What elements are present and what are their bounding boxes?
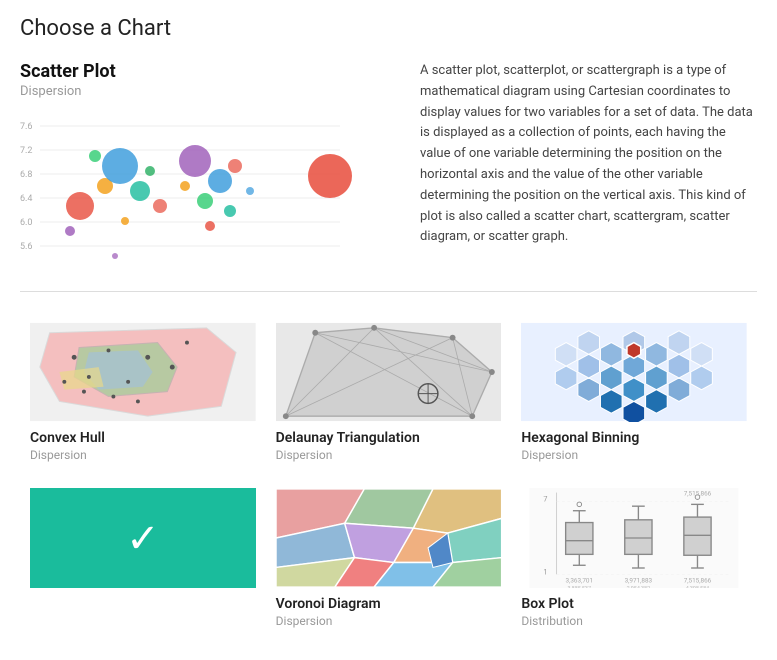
boxplot-svg: 7 1 3,363,701 3,885,537 (521, 488, 747, 588)
page-container: Choose a Chart Scatter Plot Dispersion 7… (0, 0, 777, 660)
svg-text:3,885,537: 3,885,537 (568, 586, 592, 588)
chart-card-name-5: Box Plot (521, 596, 747, 612)
chart-card-selected[interactable]: ✓ (20, 478, 266, 644)
chart-card-name-2: Hexagonal Binning (521, 430, 747, 446)
chart-card-name-4: Voronoi Diagram (276, 596, 502, 612)
voronoi-svg (276, 488, 502, 588)
svg-text:3,363,701: 3,363,701 (566, 577, 594, 585)
chart-card-category-5: Distribution (521, 614, 747, 628)
svg-text:5.6: 5.6 (20, 242, 33, 252)
checkmark-icon: ✓ (126, 515, 160, 562)
hexbin-svg (521, 322, 747, 422)
svg-text:7,515,866: 7,515,866 (684, 489, 712, 497)
svg-text:6.0: 6.0 (20, 218, 33, 228)
svg-text:7.2: 7.2 (20, 146, 33, 156)
chart-card-category-0: Dispersion (30, 448, 256, 462)
voronoi-thumbnail (276, 488, 502, 588)
chart-card-name-0: Convex Hull (30, 430, 256, 446)
convex-hull-svg (30, 322, 256, 422)
svg-text:1: 1 (544, 567, 548, 576)
chart-card-boxplot[interactable]: 7 1 3,363,701 3,885,537 (511, 478, 757, 644)
svg-text:7: 7 (544, 495, 548, 504)
selected-thumbnail: ✓ (30, 488, 256, 588)
svg-text:3,971,883: 3,971,883 (625, 577, 653, 585)
chart-card-category-1: Dispersion (276, 448, 502, 462)
page-title: Choose a Chart (20, 16, 757, 41)
chart-card-category-2: Dispersion (521, 448, 747, 462)
convex-hull-thumbnail (30, 322, 256, 422)
chart-card-hexbin[interactable]: Hexagonal Binning Dispersion (511, 312, 757, 478)
svg-text:6.8: 6.8 (20, 170, 33, 180)
delaunay-svg (276, 322, 502, 422)
chart-card-voronoi[interactable]: Voronoi Diagram Dispersion (266, 478, 512, 644)
chart-card-convex-hull[interactable]: Convex Hull Dispersion (20, 312, 266, 478)
featured-chart-name: Scatter Plot (20, 61, 390, 82)
svg-text:4,398,584: 4,398,584 (686, 586, 710, 588)
chart-grid: Convex Hull Dispersion (20, 312, 757, 644)
scatter-preview: 7.6 7.2 6.8 6.4 6.0 5.6 (20, 111, 350, 271)
svg-text:7,515,866: 7,515,866 (684, 577, 712, 585)
featured-left: Scatter Plot Dispersion 7.6 7.2 6.8 6.4 … (20, 61, 390, 271)
delaunay-thumbnail (276, 322, 502, 422)
svg-text:7.6: 7.6 (20, 122, 33, 132)
hexbin-thumbnail (521, 322, 747, 422)
svg-text:6.4: 6.4 (20, 194, 33, 204)
boxplot-thumbnail: 7 1 3,363,701 3,885,537 (521, 488, 747, 588)
scatter-svg: 7.6 7.2 6.8 6.4 6.0 5.6 (20, 111, 360, 271)
featured-chart-category: Dispersion (20, 84, 390, 99)
featured-section: Scatter Plot Dispersion 7.6 7.2 6.8 6.4 … (20, 61, 757, 292)
chart-card-delaunay[interactable]: Delaunay Triangulation Dispersion (266, 312, 512, 478)
chart-card-name-1: Delaunay Triangulation (276, 430, 502, 446)
featured-description: A scatter plot, scatterplot, or scatterg… (390, 61, 757, 271)
svg-text:2,954,382: 2,954,382 (627, 586, 651, 588)
chart-card-category-4: Dispersion (276, 614, 502, 628)
teal-thumb: ✓ (30, 488, 256, 588)
